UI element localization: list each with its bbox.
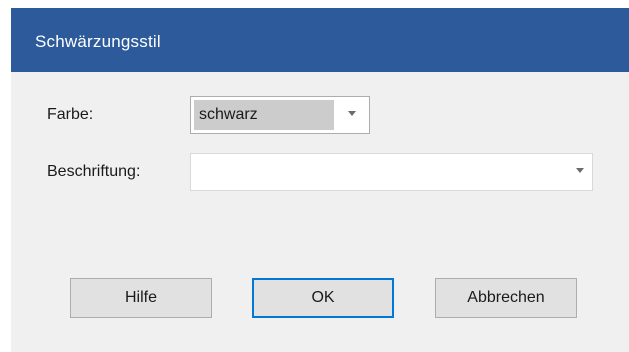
chevron-down-icon [576, 168, 584, 173]
beschriftung-label: Beschriftung: [47, 163, 141, 180]
dialog-title: Schwärzungsstil [35, 32, 161, 51]
farbe-select[interactable]: schwarz [190, 96, 370, 134]
farbe-select-value: schwarz [194, 100, 334, 130]
farbe-label: Farbe: [47, 106, 94, 123]
redaction-style-dialog: Schwärzungsstil Farbe: schwarz Beschrift… [11, 8, 629, 352]
dialog-titlebar[interactable]: Schwärzungsstil [11, 8, 629, 72]
help-button[interactable]: Hilfe [70, 278, 212, 318]
cancel-button[interactable]: Abbrechen [435, 278, 577, 318]
ok-button[interactable]: OK [252, 278, 394, 318]
chevron-down-icon [348, 111, 356, 116]
beschriftung-select[interactable] [190, 153, 593, 191]
